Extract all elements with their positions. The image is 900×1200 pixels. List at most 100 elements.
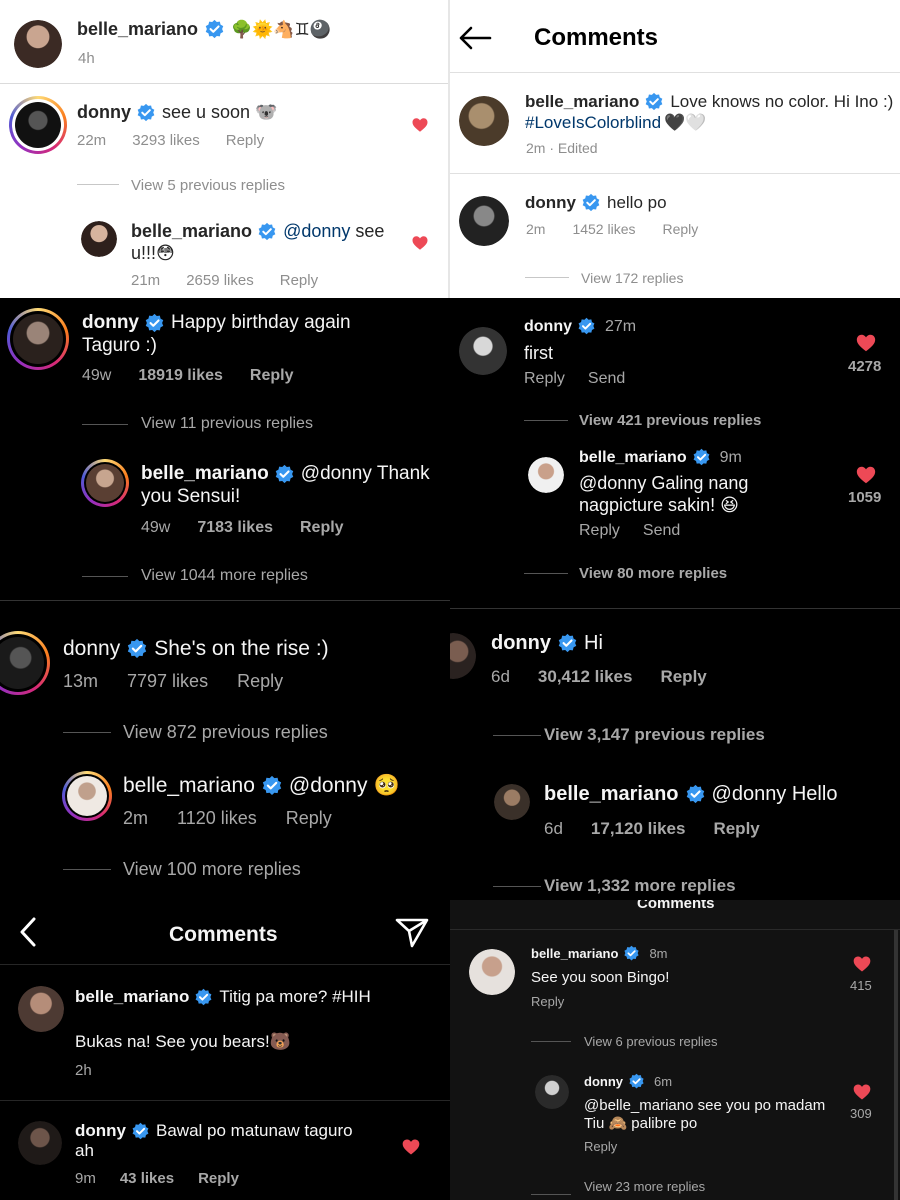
reply-username[interactable]: belle_mariano <box>131 221 252 242</box>
like-count[interactable]: 309 <box>850 1106 872 1121</box>
like-count[interactable]: 2659 likes <box>186 272 254 289</box>
view-more-replies[interactable]: View 100 more replies <box>123 859 301 880</box>
avatar[interactable] <box>18 986 64 1032</box>
scrollbar[interactable] <box>894 930 898 1200</box>
like-count[interactable]: 1059 <box>848 489 881 506</box>
reply-button[interactable]: Reply <box>250 367 294 385</box>
avatar[interactable] <box>459 196 509 246</box>
view-previous-replies[interactable]: View 11 previous replies <box>141 415 313 433</box>
comment-username[interactable]: donny <box>524 318 572 336</box>
reply-button[interactable]: Reply <box>226 132 264 149</box>
heart-icon[interactable] <box>411 234 429 252</box>
heart-icon[interactable] <box>411 116 429 134</box>
heart-icon[interactable] <box>855 332 877 354</box>
reply-username[interactable]: donny <box>584 1074 623 1089</box>
reply-time: 9m <box>719 448 742 466</box>
like-count[interactable]: 4278 <box>848 358 881 375</box>
avatar-story-ring[interactable] <box>7 308 69 370</box>
mention-link[interactable]: @donny <box>289 774 368 798</box>
avatar[interactable] <box>528 457 564 493</box>
avatar[interactable] <box>459 327 507 375</box>
avatar[interactable] <box>459 96 509 146</box>
mention-link[interactable]: @donny <box>301 463 372 485</box>
view-replies[interactable]: View 172 replies <box>581 270 683 286</box>
reply-button[interactable]: Reply <box>663 221 699 237</box>
panel-4-comment-thread: donny 27m first Reply Send 4278 View 421… <box>450 300 900 600</box>
reply-button[interactable]: Reply <box>300 519 344 537</box>
reply-divider-line <box>82 424 128 425</box>
view-more-replies[interactable]: View 1044 more replies <box>141 567 308 585</box>
back-chevron-icon[interactable] <box>18 916 38 948</box>
like-count[interactable]: 17,120 likes <box>591 819 686 839</box>
avatar[interactable] <box>469 949 515 995</box>
verified-badge-icon <box>126 638 148 660</box>
like-count[interactable]: 3293 likes <box>132 132 200 149</box>
view-more-replies[interactable]: View 1,332 more replies <box>544 876 736 896</box>
avatar-story-ring[interactable] <box>9 96 67 154</box>
comment-text-continued: Bukas na! See you bears!🐻 <box>75 1032 291 1051</box>
comment-username[interactable]: donny <box>491 632 551 655</box>
reply-button[interactable]: Reply <box>584 1139 617 1154</box>
comment-username[interactable]: belle_mariano <box>531 946 618 961</box>
avatar-story-ring[interactable] <box>81 459 129 507</box>
view-previous-replies[interactable]: View 421 previous replies <box>579 412 761 429</box>
reply-button[interactable]: Reply <box>579 522 620 540</box>
username[interactable]: belle_mariano <box>77 19 198 40</box>
reply-button[interactable]: Reply <box>713 819 759 839</box>
panel-1-comment-thread: belle_mariano 🌳🌞🐴♊🎱 4h donny see u soon … <box>0 0 450 300</box>
reply-username[interactable]: belle_mariano <box>579 449 687 467</box>
like-count[interactable]: 7183 likes <box>197 519 273 537</box>
comment-username[interactable]: donny <box>82 312 139 334</box>
avatar-story-ring[interactable] <box>62 771 112 821</box>
reply-button[interactable]: Reply <box>524 370 565 388</box>
mention-link[interactable]: @donny <box>283 221 350 242</box>
view-previous-replies[interactable]: View 5 previous replies <box>131 177 285 194</box>
send-icon[interactable] <box>395 917 429 949</box>
avatar[interactable] <box>18 1121 62 1165</box>
comment-username[interactable]: donny <box>77 102 131 123</box>
view-previous-replies[interactable]: View 3,147 previous replies <box>544 725 765 745</box>
avatar[interactable] <box>535 1075 569 1109</box>
view-previous-replies[interactable]: View 872 previous replies <box>123 722 328 743</box>
view-previous-replies[interactable]: View 6 previous replies <box>584 1034 717 1049</box>
caption-username[interactable]: belle_mariano <box>525 92 639 112</box>
reply-button[interactable]: Reply <box>660 667 706 687</box>
like-count[interactable]: 1452 likes <box>572 221 635 237</box>
heart-icon[interactable] <box>401 1137 421 1157</box>
avatar[interactable] <box>450 633 476 679</box>
view-more-replies[interactable]: View 80 more replies <box>579 565 727 582</box>
avatar[interactable] <box>14 20 62 68</box>
reply-divider-line <box>493 735 541 736</box>
send-button[interactable]: Send <box>643 522 680 540</box>
like-count[interactable]: 18919 likes <box>138 367 223 385</box>
heart-icon[interactable] <box>852 954 872 974</box>
reply-button[interactable]: Reply <box>531 994 564 1009</box>
like-count[interactable]: 415 <box>850 978 872 993</box>
reply-button[interactable]: Reply <box>286 808 332 829</box>
comment-username[interactable]: donny <box>525 193 576 213</box>
view-more-replies[interactable]: View 23 more replies <box>584 1179 705 1194</box>
comment-username[interactable]: donny <box>63 637 120 661</box>
reply-username[interactable]: belle_mariano <box>141 463 269 485</box>
comment-username[interactable]: belle_mariano <box>75 987 189 1007</box>
reply-username[interactable]: belle_mariano <box>544 783 679 806</box>
reply-username[interactable]: belle_mariano <box>123 774 255 798</box>
avatar[interactable] <box>81 221 117 257</box>
avatar-story-ring[interactable] <box>0 631 50 695</box>
comment-time: 49w <box>82 367 112 384</box>
like-count[interactable]: 43 likes <box>120 1170 174 1187</box>
avatar[interactable] <box>494 784 530 820</box>
hashtag-link[interactable]: #LoveIsColorblind <box>525 113 661 133</box>
heart-icon[interactable] <box>852 1082 872 1102</box>
reply-button[interactable]: Reply <box>237 671 283 692</box>
reply-button[interactable]: Reply <box>280 272 318 289</box>
reply-button[interactable]: Reply <box>198 1170 239 1187</box>
like-count[interactable]: 1120 likes <box>177 808 257 829</box>
verified-badge-icon <box>144 313 165 334</box>
comment-username[interactable]: donny <box>75 1121 126 1141</box>
like-count[interactable]: 7797 likes <box>127 671 208 692</box>
heart-icon[interactable] <box>855 464 877 486</box>
back-arrow-icon[interactable] <box>458 26 492 50</box>
send-button[interactable]: Send <box>588 370 625 388</box>
like-count[interactable]: 30,412 likes <box>538 667 633 687</box>
